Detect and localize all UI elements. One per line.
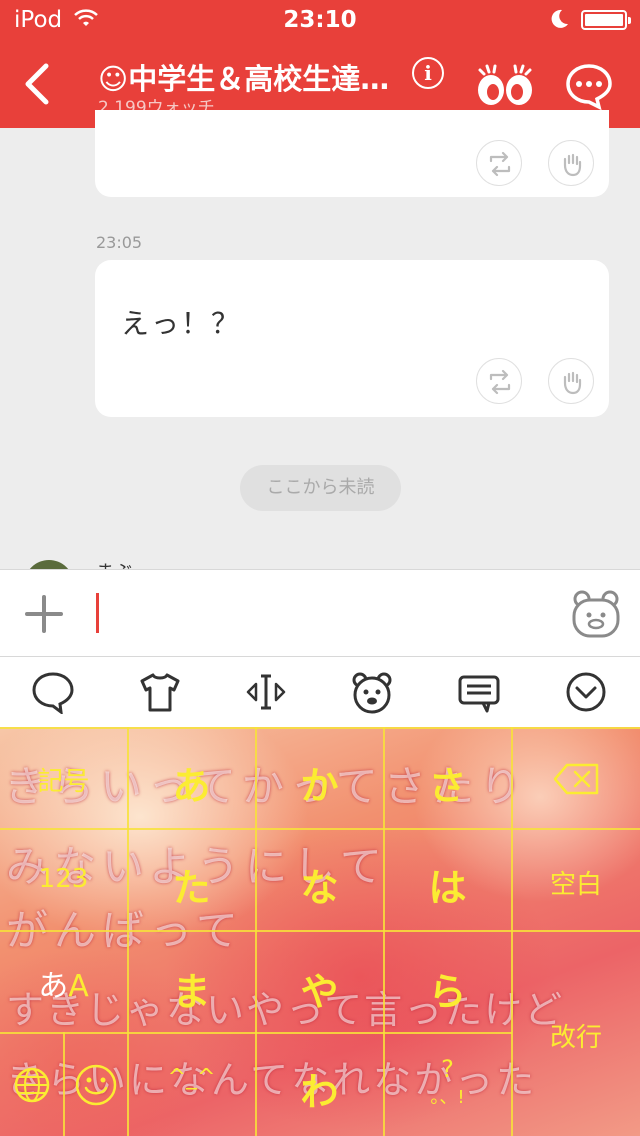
kaomoji-key[interactable]: ^_^: [128, 1065, 255, 1090]
message-bubble: えっ！？: [95, 260, 609, 417]
bear-face-icon[interactable]: [350, 670, 394, 714]
applause-button[interactable]: [548, 140, 594, 186]
status-bar: iPod 23:10: [0, 0, 640, 40]
repost-icon: [489, 151, 511, 177]
repost-button[interactable]: [476, 358, 522, 404]
space-key[interactable]: 空白: [512, 864, 640, 901]
flick-keyboard: きらいってかってさたり みないようにして がんばって すきじゃないやって言ったけ…: [0, 727, 640, 1136]
back-arrow-icon[interactable]: [18, 60, 58, 108]
keyboard-grid-line: [0, 727, 640, 729]
punctuation-marks: 。、!: [430, 1087, 465, 1108]
applause-button[interactable]: [548, 358, 594, 404]
key-ta[interactable]: た: [128, 857, 255, 912]
globe-icon[interactable]: [12, 1065, 52, 1105]
key-ra[interactable]: ら: [384, 961, 511, 1016]
enter-key[interactable]: 改行: [512, 1017, 640, 1054]
moon-icon: [551, 9, 568, 28]
punctuation-question: ?: [441, 1055, 454, 1083]
speech-bubble-icon[interactable]: [31, 670, 75, 714]
status-time: 23:10: [283, 7, 357, 33]
keyboard-grid-line: [511, 727, 513, 1136]
clap-hand-icon: [563, 371, 582, 395]
keyboard-grid-line: [0, 930, 640, 932]
collapse-keyboard-icon[interactable]: [564, 670, 608, 714]
repost-icon: [489, 369, 511, 395]
sticker-bear-icon[interactable]: [570, 588, 622, 640]
unread-divider: ここから未読: [240, 465, 401, 511]
message-text: えっ！？: [121, 307, 242, 340]
clap-hand-icon: [563, 153, 582, 177]
chat-title[interactable]: ☺中学生＆高校生達…: [98, 56, 398, 98]
input-mode-alpha: A: [68, 969, 89, 1004]
backspace-icon[interactable]: [553, 763, 599, 795]
key-a[interactable]: あ: [128, 755, 255, 810]
key-wa[interactable]: わ: [256, 1061, 383, 1116]
symbol-key[interactable]: 記号: [0, 761, 127, 798]
plus-icon[interactable]: [24, 594, 64, 634]
repost-button[interactable]: [476, 140, 522, 186]
input-mode-key[interactable]: あA: [0, 961, 127, 1005]
keyboard-grid-line: [0, 828, 640, 830]
keyboard-toolbar: [0, 657, 640, 727]
battery-icon: [581, 10, 631, 30]
number-key[interactable]: 123: [0, 864, 127, 894]
key-ma[interactable]: ま: [128, 961, 255, 1016]
punctuation-key[interactable]: ? 。、!: [384, 1055, 511, 1109]
key-ha[interactable]: は: [384, 857, 511, 912]
key-ka[interactable]: か: [256, 755, 383, 810]
info-icon[interactable]: i: [412, 57, 444, 89]
message-box-icon[interactable]: [457, 670, 501, 714]
message-timestamp: 23:05: [96, 233, 143, 252]
key-na[interactable]: な: [256, 857, 383, 912]
chat-menu-icon[interactable]: [565, 62, 613, 110]
tshirt-icon[interactable]: [138, 670, 182, 714]
watch-eyes-icon[interactable]: [474, 62, 536, 110]
key-sa[interactable]: さ: [384, 755, 511, 810]
cursor-move-icon[interactable]: [244, 670, 288, 714]
message-input-bar: [0, 569, 640, 657]
emoji-icon[interactable]: [74, 1063, 118, 1107]
message-input[interactable]: [96, 593, 99, 633]
keyboard-grid-line: [63, 1032, 65, 1136]
message-bubble: [95, 110, 609, 197]
input-mode-kana: あ: [38, 969, 69, 1004]
key-ya[interactable]: や: [256, 961, 383, 1016]
